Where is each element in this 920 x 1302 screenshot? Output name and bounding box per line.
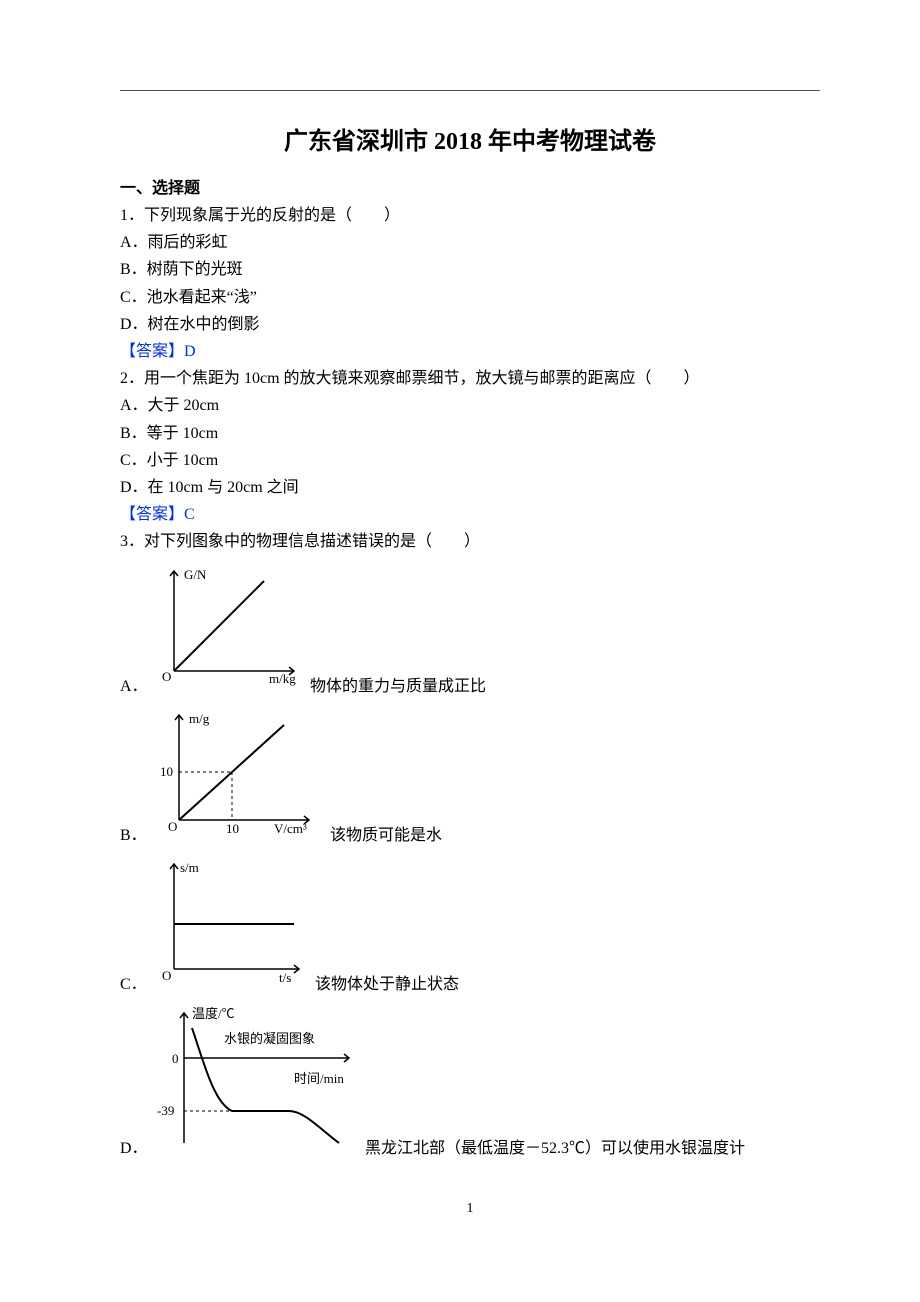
graph-b: m/g 10 10 V/cm³ O xyxy=(154,705,324,848)
q3-opt-c-text: 该物体处于静止状态 xyxy=(315,973,459,997)
q3-opt-d-letter: D． xyxy=(120,1137,148,1161)
q3-opt-b-row: B． m/g 10 10 V/cm³ O 该物质可能是水 xyxy=(120,705,820,848)
q3-opt-a-text: 物体的重力与质量成正比 xyxy=(310,675,486,699)
q3-opt-d-row: D． 温度/℃ 水银的凝固图象 时间/min 0 -39 黑龙江北部（最低温度－… xyxy=(120,1003,820,1161)
q1-stem: 1．下列现象属于光的反射的是（ ） xyxy=(120,202,820,229)
section-heading-1: 一、选择题 xyxy=(120,174,820,198)
q3-opt-d-text: 黑龙江北部（最低温度－52.3℃）可以使用水银温度计 xyxy=(365,1137,745,1161)
q2-opt-a: A．大于 20cm xyxy=(120,392,820,419)
q2-opt-c: C．小于 10cm xyxy=(120,447,820,474)
q2-answer: 【答案】C xyxy=(120,501,820,528)
graph-c-origin: O xyxy=(162,968,171,983)
q3-stem: 3．对下列图象中的物理信息描述错误的是（ ） xyxy=(120,528,820,555)
doc-title: 广东省深圳市 2018 年中考物理试卷 xyxy=(120,121,820,156)
page: 广东省深圳市 2018 年中考物理试卷 一、选择题 1．下列现象属于光的反射的是… xyxy=(0,0,920,1257)
graph-c-xlabel: t/s xyxy=(279,970,291,985)
q1-opt-d: D．树在水中的倒影 xyxy=(120,311,820,338)
graph-b-xlabel: V/cm³ xyxy=(274,821,307,836)
q3-opt-c-letter: C． xyxy=(120,973,148,997)
graph-c: s/m t/s O xyxy=(154,854,309,997)
q1-opt-c: C．池水看起来“浅” xyxy=(120,284,820,311)
page-number: 1 xyxy=(120,1201,820,1217)
graph-a-ylabel: G/N xyxy=(184,567,207,582)
graph-a: G/N m/kg O xyxy=(154,561,304,699)
graph-a-xlabel: m/kg xyxy=(269,671,296,686)
graph-d-ylabel: 温度/℃ xyxy=(192,1006,235,1021)
q1-answer: 【答案】D xyxy=(120,338,820,365)
q1-opt-b: B．树荫下的光斑 xyxy=(120,256,820,283)
q3-opt-a-letter: A． xyxy=(120,675,148,699)
q2-opt-b: B．等于 10cm xyxy=(120,420,820,447)
graph-d-xlabel: 时间/min xyxy=(294,1071,344,1086)
graph-d: 温度/℃ 水银的凝固图象 时间/min 0 -39 xyxy=(154,1003,359,1161)
graph-d-annot: 水银的凝固图象 xyxy=(224,1031,315,1046)
graph-d-y0: 0 xyxy=(172,1051,179,1066)
graph-b-ytick: 10 xyxy=(160,764,173,779)
graph-b-origin: O xyxy=(168,819,177,834)
q3-opt-a-row: A． G/N m/kg O 物体的重力与质量成正比 xyxy=(120,561,820,699)
q3-opt-b-letter: B． xyxy=(120,824,148,848)
graph-c-ylabel: s/m xyxy=(180,860,199,875)
q2-opt-d: D．在 10cm 与 20cm 之间 xyxy=(120,474,820,501)
q3-opt-c-row: C． s/m t/s O 该物体处于静止状态 xyxy=(120,854,820,997)
graph-d-y1: -39 xyxy=(157,1103,174,1118)
graph-b-ylabel: m/g xyxy=(189,711,210,726)
q2-stem: 2．用一个焦距为 10cm 的放大镜来观察邮票细节，放大镜与邮票的距离应（ ） xyxy=(120,365,820,392)
q3-opt-b-text: 该物质可能是水 xyxy=(330,824,442,848)
graph-b-xtick: 10 xyxy=(226,821,239,836)
graph-a-origin: O xyxy=(162,669,171,684)
divider xyxy=(120,90,820,91)
q1-opt-a: A．雨后的彩虹 xyxy=(120,229,820,256)
